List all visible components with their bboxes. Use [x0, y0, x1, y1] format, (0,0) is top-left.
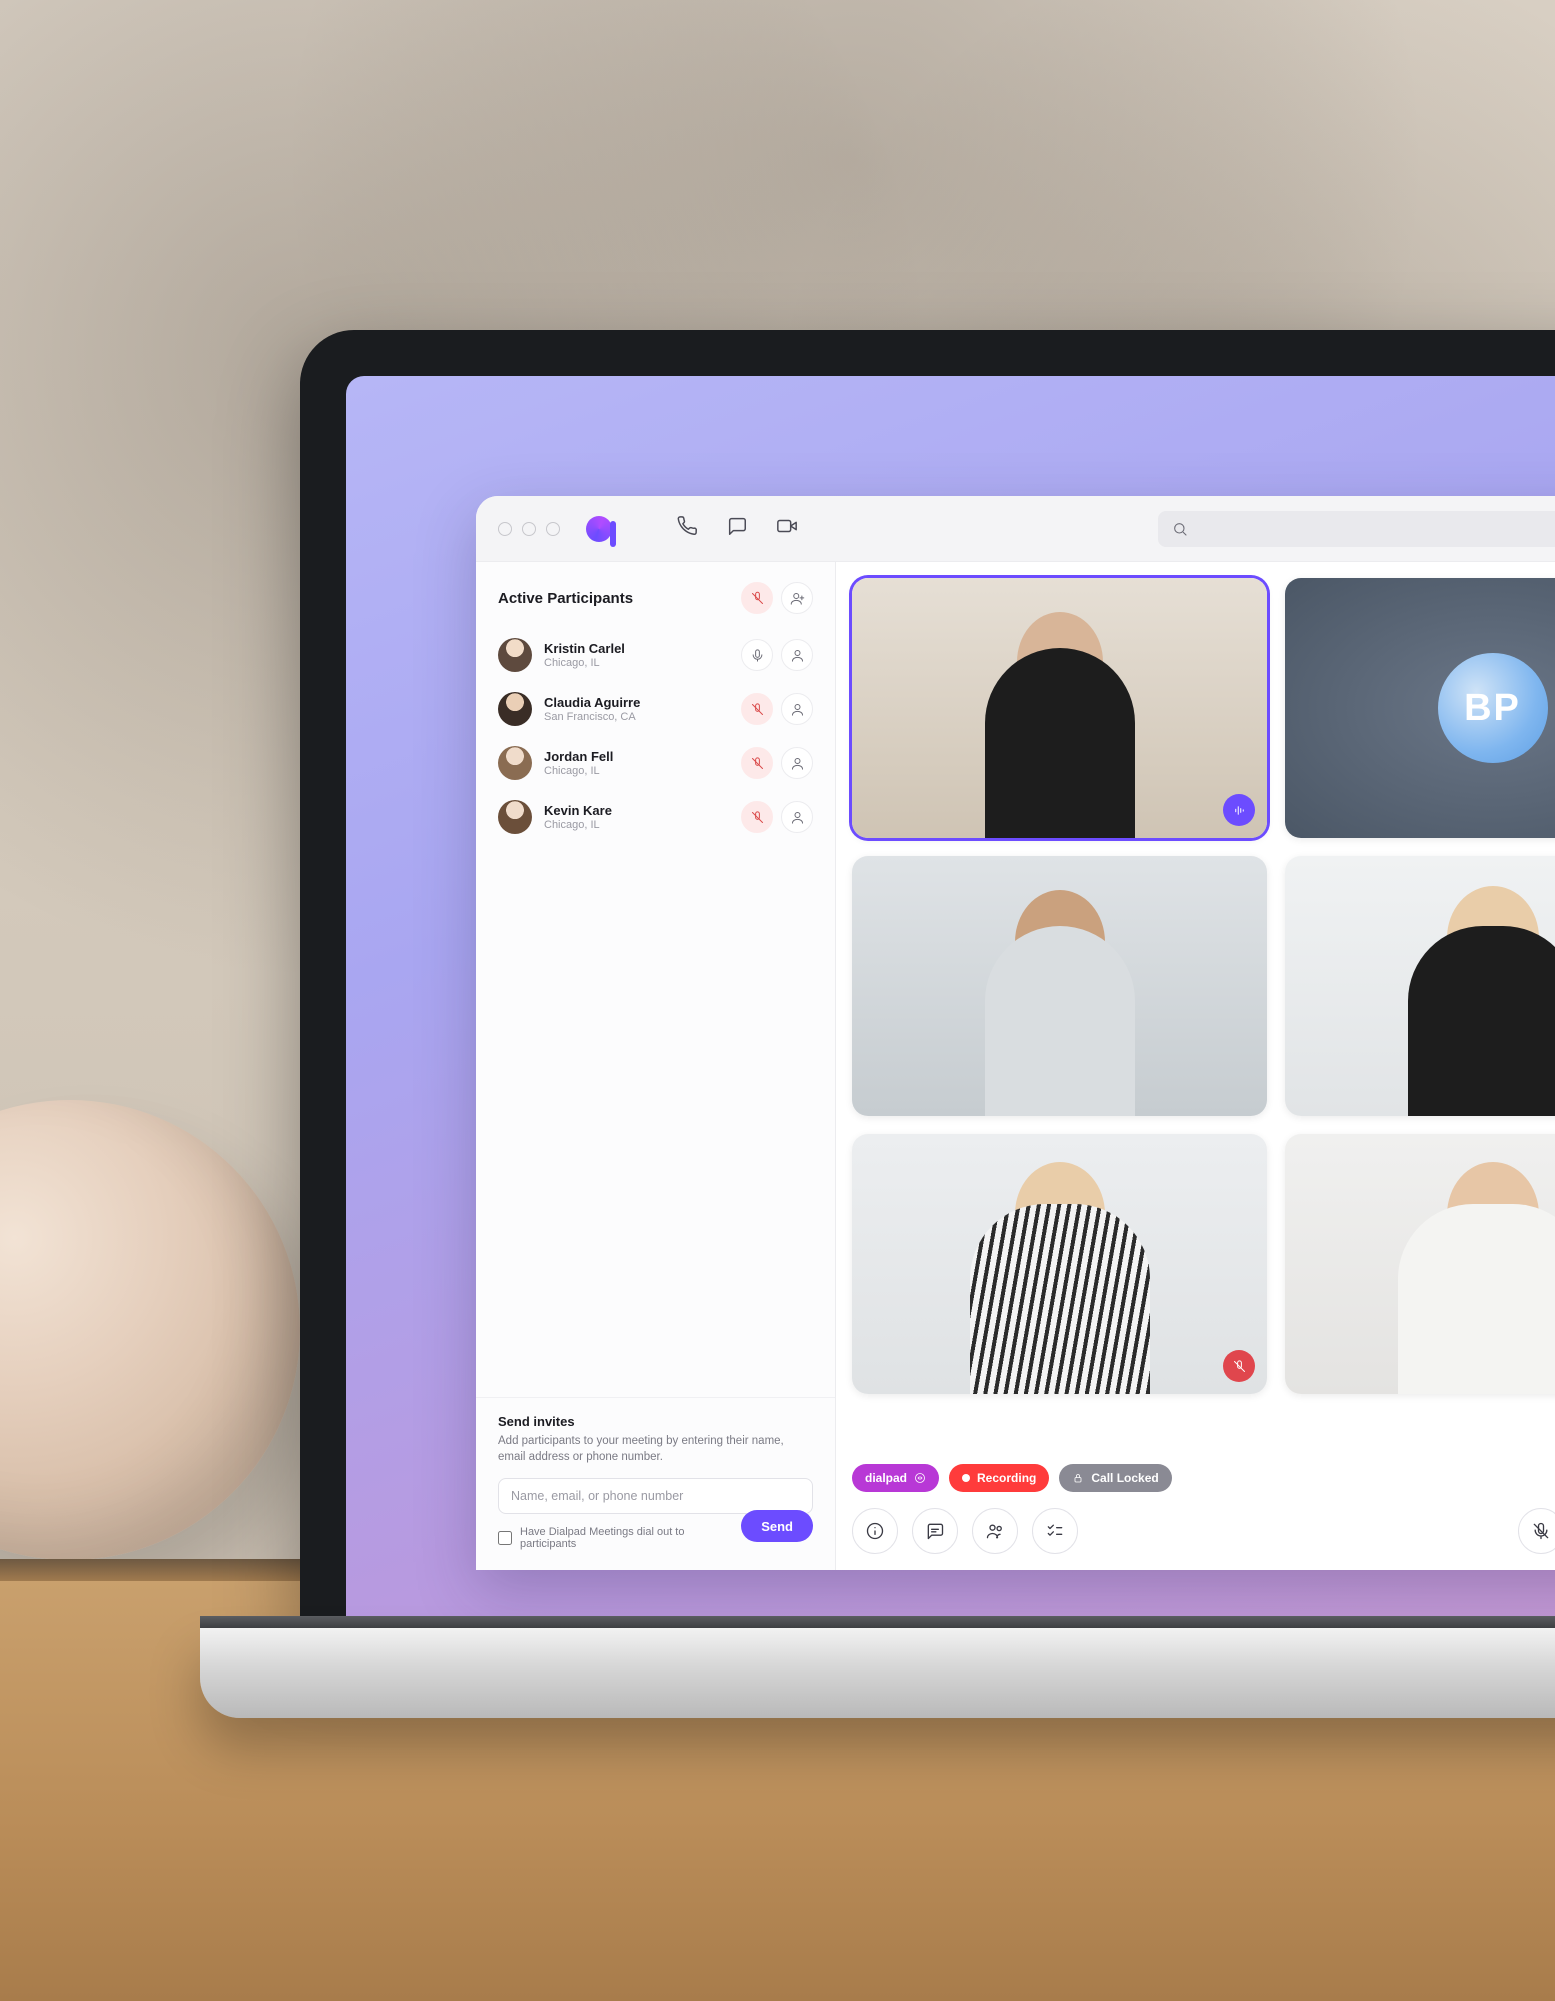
search-input[interactable]	[1158, 511, 1555, 547]
person-icon[interactable]	[781, 639, 813, 671]
recording-pill[interactable]: Recording	[949, 1464, 1049, 1492]
sidebar: Active Participants	[476, 562, 836, 1570]
invite-input[interactable]	[498, 1478, 813, 1514]
video-tile[interactable]	[852, 856, 1267, 1116]
chat-icon[interactable]	[726, 515, 748, 542]
call-locked-label: Call Locked	[1091, 1471, 1158, 1485]
video-tile-speaker[interactable]	[852, 578, 1267, 838]
window-traffic-lights[interactable]	[498, 522, 560, 536]
participant-name: Kristin Carlel	[544, 641, 729, 656]
brand-pill-label: dialpad	[865, 1471, 907, 1485]
avatar-initials: BP	[1438, 653, 1548, 763]
avatar	[498, 638, 532, 672]
record-icon	[962, 1474, 970, 1482]
send-button[interactable]: Send	[741, 1510, 813, 1542]
mute-mic-button[interactable]	[1518, 1508, 1555, 1554]
topbar	[476, 496, 1555, 562]
phone-icon[interactable]	[676, 515, 698, 542]
sidebar-title: Active Participants	[498, 590, 633, 607]
participant-row[interactable]: Kristin Carlel Chicago, IL	[476, 628, 835, 682]
participant-row[interactable]: Claudia Aguirre San Francisco, CA	[476, 682, 835, 736]
video-grid: BP	[836, 562, 1555, 1454]
lock-icon	[1072, 1472, 1084, 1484]
avatar	[498, 692, 532, 726]
video-tile-initials[interactable]: BP	[1285, 578, 1555, 838]
laptop-base	[200, 1628, 1555, 1718]
chat-button[interactable]	[912, 1508, 958, 1554]
participant-location: Chicago, IL	[544, 765, 729, 777]
add-participant-button[interactable]	[781, 582, 813, 614]
video-tile[interactable]	[1285, 1134, 1555, 1394]
mute-all-button[interactable]	[741, 582, 773, 614]
traffic-zoom[interactable]	[546, 522, 560, 536]
laptop: Active Participants	[300, 330, 1555, 1630]
participants-button[interactable]	[972, 1508, 1018, 1554]
traffic-close[interactable]	[498, 522, 512, 536]
person-icon[interactable]	[781, 693, 813, 725]
app-window: Active Participants	[476, 496, 1555, 1570]
brand-pill-icon	[914, 1472, 926, 1484]
decorative-sphere	[0, 1100, 300, 1560]
avatar	[498, 746, 532, 780]
participant-location: Chicago, IL	[544, 819, 729, 831]
invite-description: Add participants to your meeting by ente…	[498, 1433, 813, 1466]
tasks-button[interactable]	[1032, 1508, 1078, 1554]
avatar	[498, 800, 532, 834]
invite-panel: Send invites Add participants to your me…	[476, 1397, 835, 1570]
search-icon	[1172, 521, 1188, 537]
person-icon[interactable]	[781, 801, 813, 833]
muted-indicator-icon	[1223, 1350, 1255, 1382]
invite-title: Send invites	[498, 1414, 813, 1429]
dial-out-label: Have Dialpad Meetings dial out to partic…	[520, 1526, 733, 1550]
brand-logo	[586, 511, 616, 547]
participant-location: Chicago, IL	[544, 657, 729, 669]
video-tile[interactable]	[1285, 856, 1555, 1116]
main-panel: BP	[836, 562, 1555, 1570]
laptop-bezel: Active Participants	[300, 330, 1555, 1630]
logo-icon	[586, 516, 612, 542]
brand-pill[interactable]: dialpad	[852, 1464, 939, 1492]
mic-muted-icon[interactable]	[741, 693, 773, 725]
participant-location: San Francisco, CA	[544, 711, 729, 723]
mic-muted-icon[interactable]	[741, 801, 773, 833]
person-icon[interactable]	[781, 747, 813, 779]
video-tile[interactable]	[852, 1134, 1267, 1394]
dial-out-checkbox[interactable]	[498, 1531, 512, 1545]
status-row: dialpad Recording Call Locked	[836, 1454, 1555, 1492]
laptop-screen: Active Participants	[346, 376, 1555, 1630]
participant-name: Kevin Kare	[544, 803, 729, 818]
info-button[interactable]	[852, 1508, 898, 1554]
recording-label: Recording	[977, 1471, 1036, 1485]
call-locked-pill[interactable]: Call Locked	[1059, 1464, 1171, 1492]
participant-row[interactable]: Kevin Kare Chicago, IL	[476, 790, 835, 844]
sidebar-header: Active Participants	[476, 562, 835, 628]
control-bar	[836, 1492, 1555, 1570]
traffic-minimize[interactable]	[522, 522, 536, 536]
mic-icon[interactable]	[741, 639, 773, 671]
participant-name: Claudia Aguirre	[544, 695, 729, 710]
app-body: Active Participants	[476, 562, 1555, 1570]
speaking-indicator-icon	[1223, 794, 1255, 826]
participant-row[interactable]: Jordan Fell Chicago, IL	[476, 736, 835, 790]
participant-name: Jordan Fell	[544, 749, 729, 764]
mic-muted-icon[interactable]	[741, 747, 773, 779]
logo-icon-stem	[610, 521, 616, 547]
scene-background: Active Participants	[0, 0, 1555, 2001]
video-icon[interactable]	[776, 515, 798, 542]
topbar-nav	[676, 515, 798, 542]
